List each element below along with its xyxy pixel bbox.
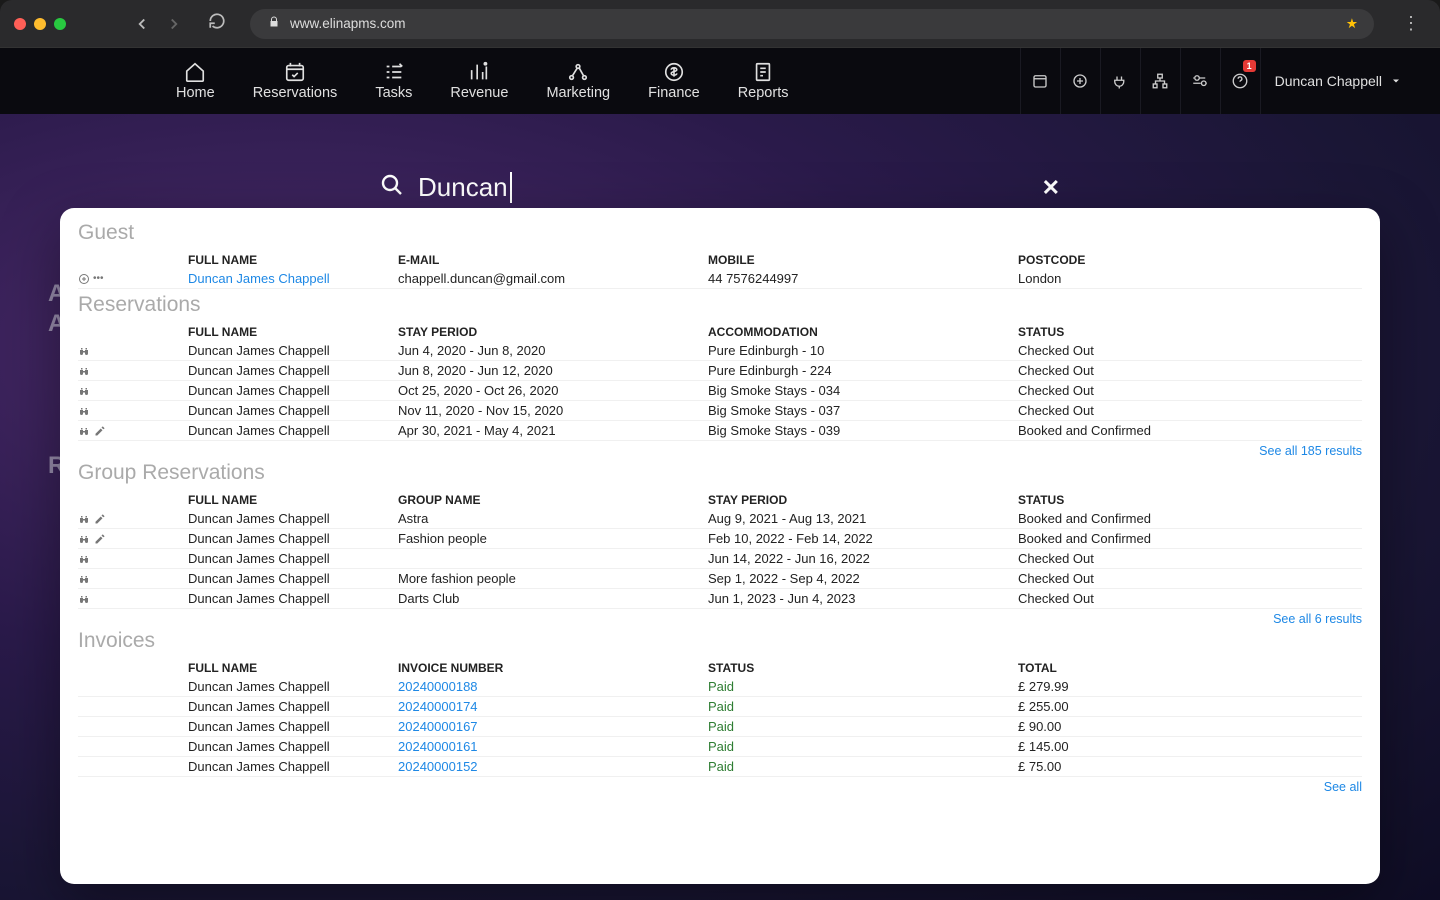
nav-marketing[interactable]: Marketing	[540, 48, 616, 114]
reservation-row[interactable]: Duncan James ChappellJun 8, 2020 - Jun 1…	[78, 361, 1362, 381]
row-actions[interactable]	[78, 403, 188, 418]
nav-revenue[interactable]: Revenue	[444, 48, 514, 114]
app-nav: Home Reservations Tasks Revenue Marketin…	[0, 48, 1440, 114]
invoices-title: Invoices	[78, 629, 1362, 653]
close-icon[interactable]: ✕	[1042, 175, 1060, 201]
url-text: www.elinapms.com	[290, 16, 406, 31]
row-actions[interactable]	[78, 423, 188, 438]
group-row[interactable]: Duncan James ChappellJun 14, 2022 - Jun …	[78, 549, 1362, 569]
search-input[interactable]: Duncan	[418, 172, 512, 203]
browser-menu-icon[interactable]: ⋮	[1396, 13, 1426, 34]
finance-icon	[663, 61, 685, 83]
tasks-icon	[383, 61, 405, 83]
marketing-icon	[567, 61, 589, 83]
row-actions[interactable]	[78, 531, 188, 546]
row-actions[interactable]	[78, 511, 188, 526]
sitemap-icon-button[interactable]	[1140, 48, 1180, 114]
lock-icon	[268, 16, 280, 31]
row-actions[interactable]	[78, 343, 188, 358]
chevron-down-icon	[1390, 75, 1402, 87]
invoice-row[interactable]: Duncan James Chappell20240000161Paid£ 14…	[78, 737, 1362, 757]
address-bar[interactable]: www.elinapms.com ★	[250, 9, 1374, 39]
browser-chrome: www.elinapms.com ★ ⋮	[0, 0, 1440, 48]
page-background: A Al R elinapms.com ♡ from Vestibule Mar…	[0, 114, 1440, 900]
home-icon	[184, 61, 206, 83]
row-actions[interactable]	[78, 551, 188, 566]
back-button[interactable]	[130, 12, 154, 36]
user-menu[interactable]: Duncan Chappell	[1260, 48, 1420, 114]
traffic-lights	[14, 18, 66, 30]
nav-home[interactable]: Home	[170, 48, 221, 114]
add-guest-icon[interactable]: •••	[78, 271, 188, 286]
minimize-window-icon[interactable]	[34, 18, 46, 30]
invoice-row[interactable]: Duncan James Chappell20240000152Paid£ 75…	[78, 757, 1362, 777]
nav-reservations[interactable]: Reservations	[247, 48, 344, 114]
row-actions[interactable]	[78, 591, 188, 606]
nav-tasks[interactable]: Tasks	[369, 48, 418, 114]
results-panel: Guest FULL NAME E-MAIL MOBILE POSTCODE •…	[60, 208, 1380, 884]
maximize-window-icon[interactable]	[54, 18, 66, 30]
see-all-invoices[interactable]: See all	[78, 777, 1362, 795]
guest-row[interactable]: •••Duncan James Chappellchappell.duncan@…	[78, 269, 1362, 289]
reservation-row[interactable]: Duncan James ChappellNov 11, 2020 - Nov …	[78, 401, 1362, 421]
see-all-group[interactable]: See all 6 results	[78, 609, 1362, 627]
search-row: Duncan ✕	[380, 172, 1060, 203]
guest-name-link[interactable]: Duncan James Chappell	[188, 271, 398, 286]
group-title: Group Reservations	[78, 461, 1362, 485]
settings-icon-button[interactable]	[1180, 48, 1220, 114]
reload-button[interactable]	[208, 12, 226, 35]
invoices-headers: FULL NAME INVOICE NUMBER STATUS TOTAL	[78, 658, 1362, 677]
guest-headers: FULL NAME E-MAIL MOBILE POSTCODE	[78, 250, 1362, 269]
invoice-row[interactable]: Duncan James Chappell20240000188Paid£ 27…	[78, 677, 1362, 697]
group-row[interactable]: Duncan James ChappellMore fashion people…	[78, 569, 1362, 589]
see-all-reservations[interactable]: See all 185 results	[78, 441, 1362, 459]
revenue-icon	[468, 61, 490, 83]
add-icon-button[interactable]	[1060, 48, 1100, 114]
group-headers: FULL NAME GROUP NAME STAY PERIOD STATUS	[78, 490, 1362, 509]
invoice-link[interactable]: 20240000188	[398, 679, 708, 694]
reports-icon	[752, 61, 774, 83]
invoice-link[interactable]: 20240000161	[398, 739, 708, 754]
reservation-row[interactable]: Duncan James ChappellApr 30, 2021 - May …	[78, 421, 1362, 441]
row-actions[interactable]	[78, 383, 188, 398]
bookmark-star-icon[interactable]: ★	[1346, 16, 1358, 32]
row-actions[interactable]	[78, 571, 188, 586]
reservation-row[interactable]: Duncan James ChappellJun 4, 2020 - Jun 8…	[78, 341, 1362, 361]
nav-finance[interactable]: Finance	[642, 48, 706, 114]
invoice-link[interactable]: 20240000167	[398, 719, 708, 734]
notification-badge: 1	[1243, 60, 1256, 72]
guest-title: Guest	[78, 221, 1362, 245]
reservations-headers: FULL NAME STAY PERIOD ACCOMMODATION STAT…	[78, 322, 1362, 341]
user-name: Duncan Chappell	[1275, 73, 1382, 89]
group-row[interactable]: Duncan James ChappellAstraAug 9, 2021 - …	[78, 509, 1362, 529]
help-icon-button[interactable]: 1	[1220, 48, 1260, 114]
calendar-icon-button[interactable]	[1020, 48, 1060, 114]
search-icon	[380, 173, 404, 202]
invoice-link[interactable]: 20240000152	[398, 759, 708, 774]
reservations-title: Reservations	[78, 293, 1362, 317]
group-row[interactable]: Duncan James ChappellDarts ClubJun 1, 20…	[78, 589, 1362, 609]
invoice-link[interactable]: 20240000174	[398, 699, 708, 714]
reservation-row[interactable]: Duncan James ChappellOct 25, 2020 - Oct …	[78, 381, 1362, 401]
close-window-icon[interactable]	[14, 18, 26, 30]
plug-icon-button[interactable]	[1100, 48, 1140, 114]
invoice-row[interactable]: Duncan James Chappell20240000174Paid£ 25…	[78, 697, 1362, 717]
row-actions[interactable]	[78, 363, 188, 378]
group-row[interactable]: Duncan James ChappellFashion peopleFeb 1…	[78, 529, 1362, 549]
invoice-row[interactable]: Duncan James Chappell20240000167Paid£ 90…	[78, 717, 1362, 737]
nav-reports[interactable]: Reports	[732, 48, 795, 114]
forward-button[interactable]	[162, 12, 186, 36]
calendar-check-icon	[284, 61, 306, 83]
